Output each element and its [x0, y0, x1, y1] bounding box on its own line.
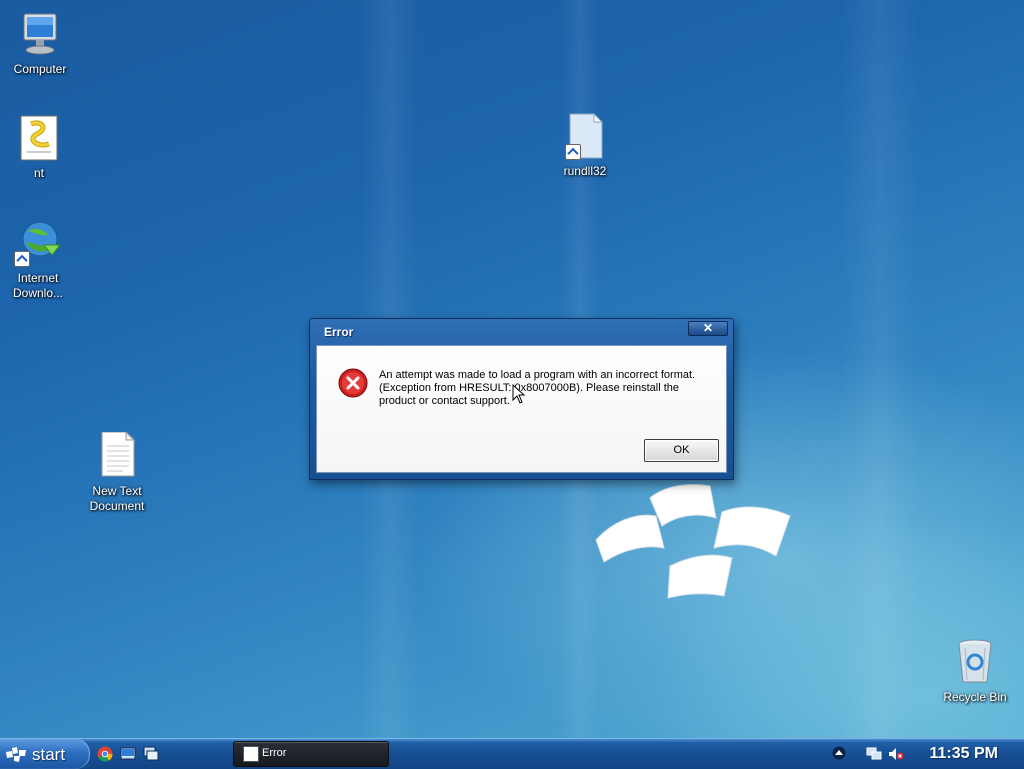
shortcut-arrow-icon	[14, 251, 30, 267]
ok-button[interactable]: OK	[644, 439, 719, 462]
mouse-cursor-icon	[512, 384, 526, 404]
switch-windows-icon[interactable]	[143, 746, 159, 762]
computer-icon	[16, 10, 64, 58]
desktop-icon-recycle-bin[interactable]: Recycle Bin	[935, 638, 1015, 705]
desktop-icon-nt[interactable]: nt	[0, 114, 79, 181]
desktop-icon-internet-download-manager[interactable]: Internet Downlo...	[0, 219, 78, 301]
close-button[interactable]: ✕	[688, 321, 728, 336]
show-hidden-icon[interactable]	[832, 746, 846, 760]
error-icon	[338, 368, 368, 398]
desktop-icon-label: Recycle Bin	[943, 690, 1007, 704]
volume-muted-icon[interactable]	[888, 747, 904, 761]
desktop-icon-label: Internet Downlo...	[12, 271, 64, 300]
taskbar: start Error 11:35 PM	[0, 738, 1024, 769]
desktop-icon-rundll32[interactable]: rundll32	[545, 112, 625, 179]
show-desktop-icon[interactable]	[120, 746, 136, 762]
error-message: An attempt was made to load a program wi…	[379, 369, 696, 407]
wallpaper-light-streak	[840, 0, 920, 738]
chrome-icon[interactable]	[97, 746, 113, 762]
file-icon	[561, 112, 609, 160]
desktop-icon-new-text-document[interactable]: New Text Document	[77, 430, 157, 514]
dialog-body: An attempt was made to load a program wi…	[316, 345, 727, 473]
dialog-title: Error	[324, 325, 354, 339]
taskbar-button-error[interactable]: Error	[233, 741, 389, 767]
taskbar-button-label: Error	[262, 747, 287, 759]
window-icon	[243, 746, 259, 762]
windows-logo	[595, 484, 791, 599]
desktop-icon-label: rundll32	[563, 164, 607, 178]
start-button[interactable]: start	[0, 739, 90, 769]
windows-flag-icon	[6, 747, 26, 762]
clock[interactable]: 11:35 PM	[930, 745, 998, 763]
script-file-icon	[15, 114, 63, 162]
desktop-icon-computer[interactable]: Computer	[0, 10, 80, 77]
recycle-bin-icon	[951, 638, 999, 686]
network-icon[interactable]	[866, 747, 882, 761]
system-tray: 11:35 PM	[826, 739, 1024, 769]
download-manager-icon	[14, 219, 62, 267]
shortcut-arrow-icon	[565, 144, 581, 160]
desktop-icon-label: Computer	[13, 62, 67, 76]
desktop-icon-label: New Text Document	[89, 484, 145, 513]
start-label: start	[32, 745, 66, 764]
desktop-icon-label: nt	[33, 166, 44, 180]
text-document-icon	[93, 430, 141, 480]
